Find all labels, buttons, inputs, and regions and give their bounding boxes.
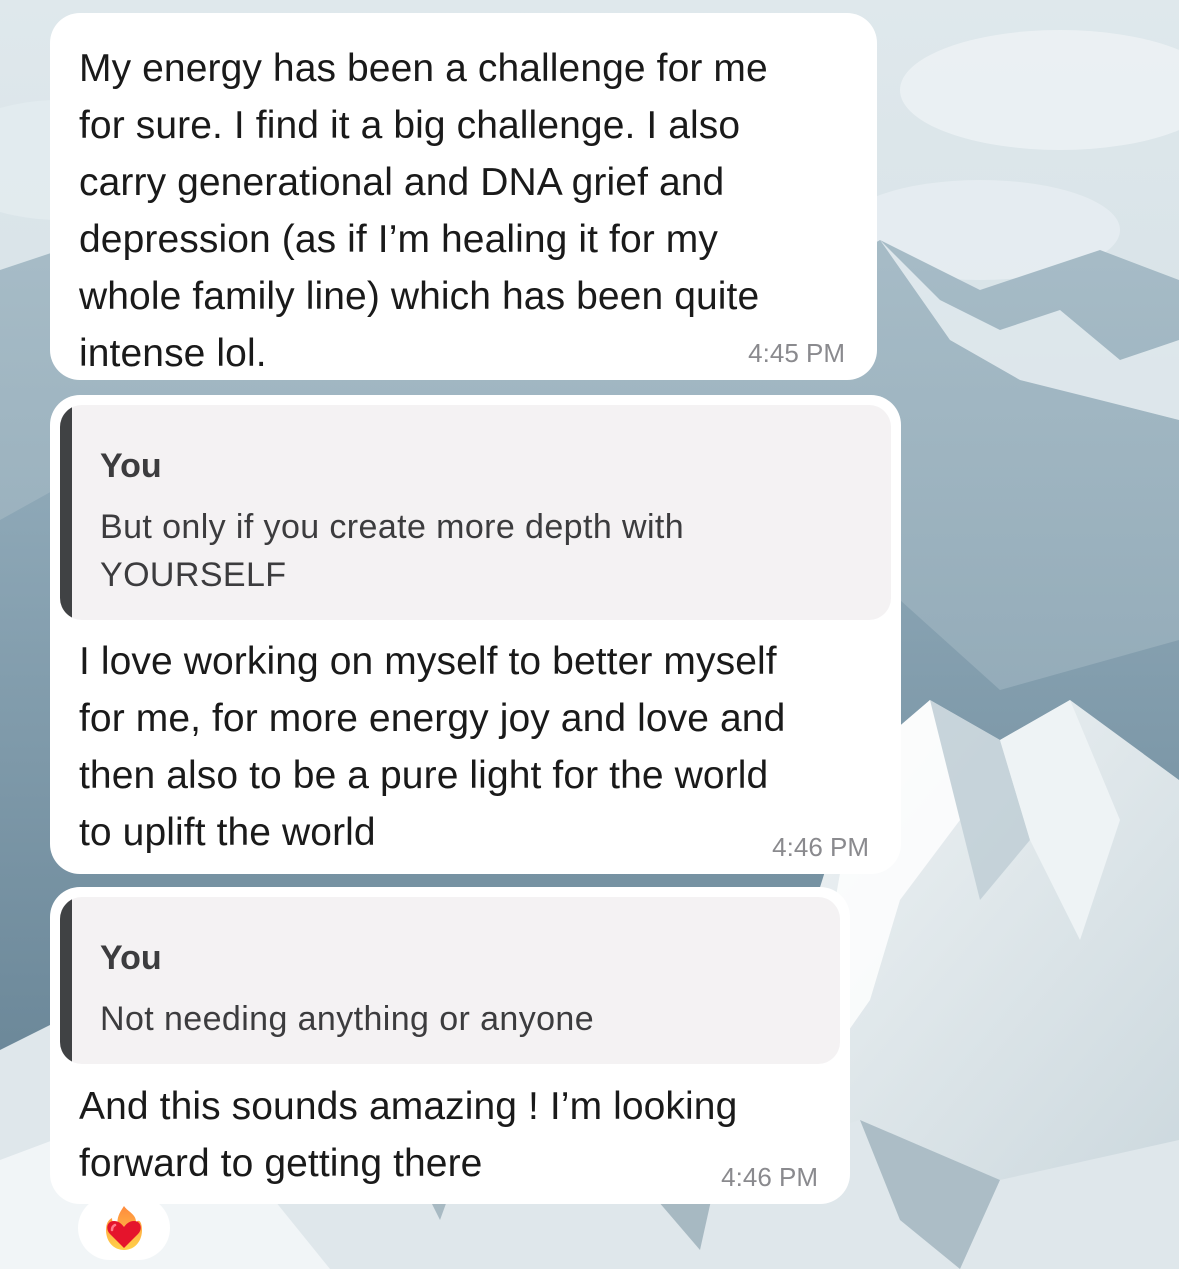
reply-quote[interactable]: You Not needing anything or anyone: [60, 897, 840, 1064]
message-timestamp: 4:46 PM: [772, 832, 869, 862]
heart-on-fire-icon: [106, 1206, 142, 1250]
message-text: I love working on myself to better mysel…: [79, 640, 786, 854]
message-timestamp: 4:45 PM: [748, 338, 845, 368]
message-timestamp: 4:46 PM: [721, 1162, 818, 1192]
reply-quote-bar: [60, 405, 72, 620]
message-bubble[interactable]: My energy has been a challenge for me fo…: [50, 13, 877, 380]
message-text: And this sounds amazing ! I’m looking fo…: [79, 1085, 738, 1185]
reply-quote-text: But only if you create more depth with Y…: [100, 508, 685, 594]
reply-quote[interactable]: You But only if you create more depth wi…: [60, 405, 891, 620]
message-bubble[interactable]: You Not needing anything or anyone And t…: [50, 887, 850, 1204]
reply-quote-author: You: [100, 447, 162, 485]
message-reaction[interactable]: [78, 1196, 170, 1260]
message-text: My energy has been a challenge for me fo…: [79, 47, 768, 375]
message-bubble[interactable]: You But only if you create more depth wi…: [50, 395, 901, 874]
reply-quote-author: You: [100, 939, 162, 977]
reply-quote-text: Not needing anything or anyone: [100, 1000, 595, 1038]
reply-quote-bar: [60, 897, 72, 1064]
